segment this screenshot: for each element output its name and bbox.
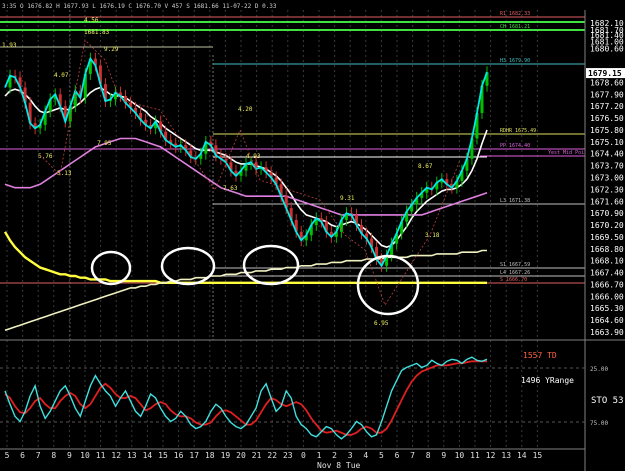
price-tick-label: 1675.10 (590, 138, 624, 147)
time-tick-label: 7 (36, 451, 41, 460)
price-tick-label: 1665.30 (590, 304, 624, 313)
price-tick-label: 1671.60 (590, 197, 624, 206)
osc-level-25: 25.00 (590, 366, 608, 373)
price-tick-label: 1669.50 (590, 233, 624, 242)
time-tick-label: 15 (158, 451, 168, 460)
sto-label: STO 53 (591, 396, 624, 406)
level-label: L3 1671.38 (500, 198, 530, 204)
price-tick-label: 1680.60 (590, 44, 624, 53)
swing-label: 9.31 (340, 195, 355, 202)
time-tick-label: 6 (395, 451, 400, 460)
swing-label: 3.18 (425, 232, 440, 239)
time-tick-label: 8 (51, 451, 56, 460)
time-tick-label: 19 (221, 451, 231, 460)
time-tick-label: 12 (111, 451, 121, 460)
yrange-label: 1496 YRange (521, 376, 574, 385)
time-tick-label: 22 (267, 451, 277, 460)
price-tick-label: 1674.40 (590, 150, 624, 159)
time-tick-label: 7 (410, 451, 415, 460)
price-tick-label: 1668.10 (590, 257, 624, 266)
time-tick-label: 17 (189, 451, 199, 460)
time-tick-label: 5 (5, 451, 10, 460)
time-tick-label: 5 (379, 451, 384, 460)
time-tick-label: 20 (236, 451, 246, 460)
swing-label: 8.67 (418, 163, 433, 170)
swing-label: 6.95 (374, 320, 389, 327)
price-tick-label: 1672.30 (590, 185, 624, 194)
time-tick-label: 13 (127, 451, 137, 460)
time-tick-label: 11 (96, 451, 106, 460)
swing-label: 4.93 (246, 153, 261, 160)
header-text: 3:35 O 1676.82 H 1677.93 L 1676.19 C 167… (2, 3, 277, 10)
level-label: RDHR 1675.49 (500, 128, 536, 134)
swing-label: 4.56 (84, 17, 99, 24)
swing-label: 7.95 (97, 140, 112, 147)
price-tick-label: 1670.20 (590, 221, 624, 230)
time-tick-label: 9 (441, 451, 446, 460)
time-tick-label: 16 (174, 451, 184, 460)
time-tick-label: 10 (80, 451, 90, 460)
price-tick-label: 1666.00 (590, 292, 624, 301)
time-tick-label: 14 (143, 451, 153, 460)
price-panel: R1 1682.33 CH 1681.21 H3 1679.90 RDHR 1675.… (0, 3, 585, 449)
level-label: S 1666.70 (500, 277, 527, 283)
level-label: L4 1667.26 (500, 270, 530, 276)
time-tick-label: 3 (348, 451, 353, 460)
price-tick-label: 1673.70 (590, 162, 624, 171)
oscillator-lines (4, 356, 488, 440)
time-tick-label: 10 (455, 451, 465, 460)
time-tick-label: 14 (517, 451, 527, 460)
price-tick-label: 1666.70 (590, 280, 624, 289)
swing-label: 4.07 (54, 72, 69, 79)
time-tick-label: 4 (363, 451, 368, 460)
swing-label: 1.93 (2, 42, 17, 49)
price-tick-label: 1670.90 (590, 209, 624, 218)
price-tick-label: 1677.90 (590, 90, 624, 99)
price-tick-label: 1675.80 (590, 126, 624, 135)
price-tick-label: 1664.60 (590, 316, 624, 325)
swing-label: 5.76 (38, 153, 53, 160)
level-label: Yest Mid Poi (548, 150, 584, 156)
swing-label: 1681.83 (84, 29, 110, 36)
td-label: 1557 TD (523, 351, 557, 360)
price-tick-label: 1668.80 (590, 245, 624, 254)
time-tick-label: 23 (283, 451, 293, 460)
osc-level-75: 75.00 (590, 420, 608, 427)
time-tick-label: 12 (486, 451, 496, 460)
swing-label: 5.13 (57, 170, 72, 177)
swing-label: 7.63 (223, 185, 238, 192)
swing-label: 9.29 (104, 46, 119, 53)
oscillator-panel: 1557 TD 1496 YRange STO 53 25.00 75.00 (0, 339, 625, 440)
time-tick-label: 6 (20, 451, 25, 460)
time-tick-label: 1 (317, 451, 322, 460)
price-tick-label: 1677.20 (590, 102, 624, 111)
level-label: PP 1674.40 (500, 143, 530, 149)
time-tick-label: 18 (205, 451, 215, 460)
trading-chart: R1 1682.33 CH 1681.21 H3 1679.90 RDHR 1675.… (0, 3, 625, 471)
price-tick-label: 1673.00 (590, 174, 624, 183)
time-tick-label: 11 (470, 451, 480, 460)
price-tick-label: 1667.40 (590, 269, 624, 278)
time-tick-label: 21 (252, 451, 262, 460)
level-label: R1 1682.33 (500, 11, 530, 17)
time-tick-label: 0 (301, 451, 306, 460)
time-tick-label: 8 (426, 451, 431, 460)
level-label: CH 1681.21 (500, 24, 530, 30)
swing-label: 4.20 (238, 106, 253, 113)
price-tick-label: 1663.90 (590, 328, 624, 337)
time-tick-label: 15 (533, 451, 543, 460)
price-tick-label: 1678.60 (590, 78, 624, 87)
time-axis: Nov 8 Tue 5 6 7 8 9 10 11 12 13 14 15 16 17 18 19 20 21 2… (0, 448, 585, 470)
time-tick-label: 9 (67, 451, 72, 460)
level-label: H3 1679.90 (500, 58, 530, 64)
price-tick-label: 1676.50 (590, 114, 624, 123)
last-price-label: 1679.15 (588, 69, 622, 78)
time-tick-label: 2 (332, 451, 337, 460)
time-tick-label: 13 (501, 451, 511, 460)
date-label: Nov 8 Tue (317, 461, 361, 470)
level-label: S1 1667.59 (500, 262, 530, 268)
